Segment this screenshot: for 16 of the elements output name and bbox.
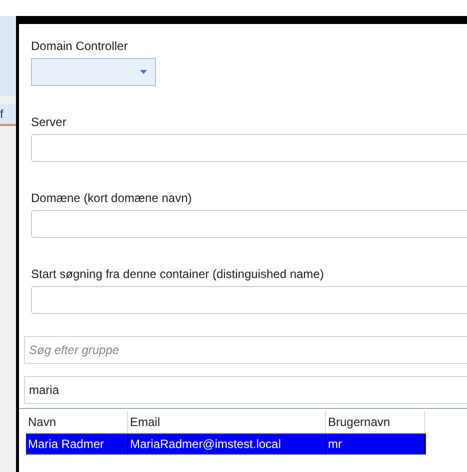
search-field[interactable]: maria <box>24 376 467 404</box>
table-cell: Maria Radmer <box>26 434 128 454</box>
table-cell: MariaRadmer@imstest.local <box>128 434 326 454</box>
input-field[interactable] <box>31 134 467 162</box>
caret-icon <box>140 70 147 74</box>
input-field[interactable] <box>31 210 467 238</box>
table-cell: mr <box>326 434 425 454</box>
field-label: Server <box>31 114 68 130</box>
search-field[interactable]: Søg efter gruppe <box>24 336 467 364</box>
field-label: Start søgning fra denne container (distinguished name) <box>31 266 325 282</box>
window-text: f <box>0 106 4 123</box>
input-field[interactable] <box>31 286 467 314</box>
field-label: Domain Controller <box>31 38 129 54</box>
table-row[interactable]: Maria Radmer MariaRadmer@imstest.local mr <box>26 433 426 455</box>
domain-controller-dropdown[interactable] <box>31 58 156 86</box>
field-label: Domæne (kort domæne navn) <box>31 190 193 206</box>
